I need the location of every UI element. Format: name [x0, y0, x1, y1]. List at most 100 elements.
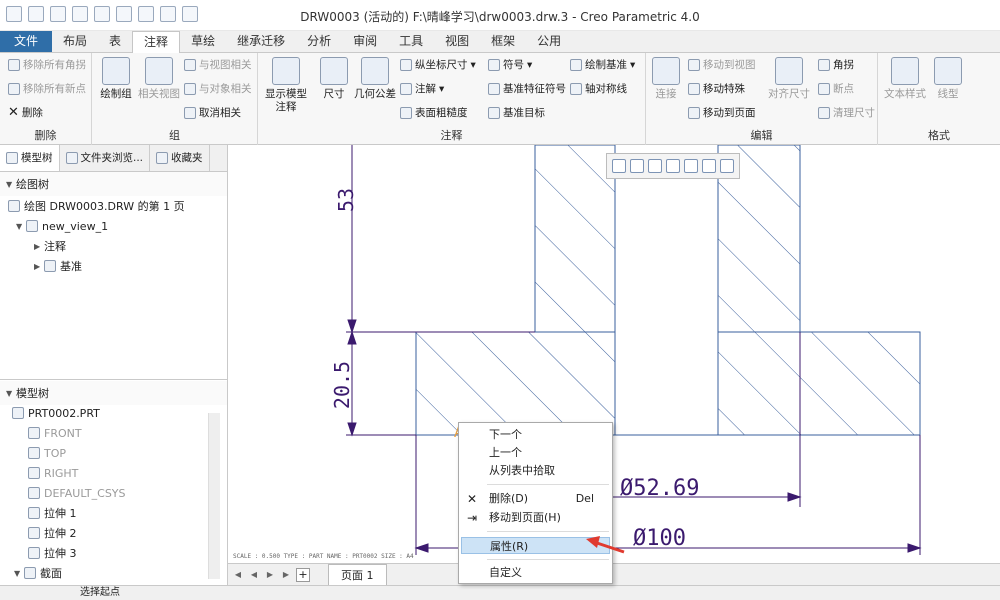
dimension-button[interactable]: 尺寸 — [316, 57, 352, 101]
move-to-page-button[interactable]: 移动到页面 — [688, 105, 756, 120]
tab-favorites[interactable]: 收藏夹 — [150, 145, 210, 171]
move-to-view-button[interactable]: 移动到视图 — [688, 57, 756, 72]
menu-item-customize[interactable]: 自定义 — [459, 564, 612, 581]
tab-frame[interactable]: 框架 — [480, 31, 526, 52]
relate-to-view-button[interactable]: 与视图相关 — [184, 57, 252, 72]
dimension-text-100[interactable]: Ø100 — [633, 526, 686, 551]
tree-item-top[interactable]: TOP — [0, 443, 227, 463]
view-icon — [26, 220, 38, 232]
tab-tools[interactable]: 工具 — [388, 31, 434, 52]
last-sheet-icon[interactable]: ▶ — [280, 569, 292, 581]
draw-group-button[interactable]: 绘制组 — [96, 57, 136, 101]
ordinate-dimension-button[interactable]: 纵坐标尺寸 ▾ — [400, 57, 476, 72]
arrow-head — [586, 536, 600, 548]
tree-item-front[interactable]: FRONT — [0, 423, 227, 443]
drawing-canvas[interactable]: 53 20.5 Ø52.69 Ø100 A SCALE : 0.500 TYPE… — [228, 145, 1000, 563]
remove-all-jogs-button[interactable]: 移除所有角拐 — [8, 57, 86, 72]
tab-file[interactable]: 文件 — [0, 31, 53, 52]
model-tree-header[interactable]: ▼ 模型树 — [0, 381, 227, 405]
dimension-text-20-5[interactable]: 20.5 — [330, 361, 354, 409]
tab-review[interactable]: 审阅 — [342, 31, 388, 52]
tab-folder-browser[interactable]: 文件夹浏览... — [60, 145, 151, 171]
tree-item-extrude-1[interactable]: 拉伸 1 — [0, 503, 227, 523]
display-style-icon[interactable] — [684, 159, 698, 173]
line-style-button[interactable]: 线型 — [930, 57, 966, 101]
first-sheet-icon[interactable]: ◀ — [232, 569, 244, 581]
cleanup-icon — [818, 106, 830, 119]
datum-icon — [44, 260, 56, 272]
sheet-tab-page-1[interactable]: 页面 1 — [328, 563, 387, 586]
next-sheet-icon[interactable]: ▶ — [264, 569, 276, 581]
ribbon: 移除所有角拐 移除所有新点 ✕ 删除 删除 绘制组 相关视图 与视图相关 与对象相… — [0, 53, 1000, 145]
move-special-button[interactable]: 移动特殊 — [688, 81, 745, 96]
menu-item-move-to-page[interactable]: ⇥ 移动到页面(H) — [459, 509, 612, 526]
align-dimensions-button[interactable]: 对齐尺寸 — [766, 57, 812, 101]
geometric-tolerance-button[interactable]: 几何公差 — [352, 57, 398, 101]
annotation-display-icon[interactable] — [702, 159, 716, 173]
delete-button[interactable]: ✕ 删除 — [8, 105, 43, 120]
tree-item-view[interactable]: ▼ new_view_1 — [0, 216, 227, 236]
datum-target-button[interactable]: 基准目标 — [488, 105, 545, 120]
tree-item-part[interactable]: PRT0002.PRT — [0, 403, 227, 423]
unrelate-button[interactable]: 取消相关 — [184, 105, 241, 120]
show-model-annotations-button[interactable]: 显示模型注释 — [262, 57, 310, 114]
red-pointer-arrow — [586, 536, 625, 554]
datum-display-icon[interactable] — [720, 159, 734, 173]
datum-feature-symbol-button[interactable]: 基准特征符号 — [488, 81, 566, 96]
connect-button[interactable]: 连接 — [648, 57, 684, 101]
tab-sketch[interactable]: 草绘 — [180, 31, 226, 52]
tab-layout[interactable]: 布局 — [52, 31, 98, 52]
jog-icon — [8, 58, 20, 71]
dimension-text-53[interactable]: 53 — [334, 188, 358, 212]
scrollbar[interactable] — [208, 413, 220, 579]
text-style-button[interactable]: 文本样式 — [882, 57, 928, 101]
sketch-datum-button[interactable]: 绘制基准 ▾ — [570, 57, 635, 72]
remove-all-breaks-button[interactable]: 移除所有新点 — [8, 81, 86, 96]
dimension-text-52-69[interactable]: Ø52.69 — [620, 476, 699, 501]
line-style-icon — [934, 57, 962, 85]
break-button[interactable]: 断点 — [818, 81, 854, 96]
menu-item-next[interactable]: 下一个 — [459, 426, 612, 443]
tree-item-extrude-3[interactable]: 拉伸 3 — [0, 543, 227, 563]
tree-item-right[interactable]: RIGHT — [0, 463, 227, 483]
relate-to-object-button[interactable]: 与对象相关 — [184, 81, 252, 96]
move-to-view-icon — [688, 58, 700, 71]
jog-button[interactable]: 角拐 — [818, 57, 854, 72]
tree-item-section[interactable]: ▼ 截面 — [0, 563, 227, 583]
zoom-out-icon[interactable] — [648, 159, 662, 173]
refit-icon[interactable] — [612, 159, 626, 173]
surface-finish-button[interactable]: 表面粗糙度 — [400, 105, 468, 120]
tab-view[interactable]: 视图 — [434, 31, 480, 52]
break-icon — [818, 82, 830, 95]
tree-item-drawing-page[interactable]: 绘图 DRW0003.DRW 的第 1 页 — [0, 196, 227, 216]
related-view-button[interactable]: 相关视图 — [136, 57, 182, 101]
hatch-region-left-upper — [534, 145, 616, 333]
tree-item-annotations[interactable]: ▶ 注释 — [0, 236, 227, 256]
chevron-right-icon: ▶ — [34, 261, 41, 271]
menu-item-delete[interactable]: ✕ 删除(D) Del — [459, 490, 612, 507]
menu-item-previous[interactable]: 上一个 — [459, 444, 612, 461]
add-sheet-button[interactable]: + — [296, 567, 310, 582]
tab-utilities[interactable]: 公用 — [526, 31, 572, 52]
tab-annotate[interactable]: 注释 — [132, 31, 181, 54]
symbol-button[interactable]: 符号 ▾ — [488, 57, 532, 72]
prev-sheet-icon[interactable]: ◀ — [248, 569, 260, 581]
chevron-down-icon: ▾ — [439, 82, 445, 95]
cleanup-dimensions-button[interactable]: 清理尺寸 — [818, 105, 875, 120]
zoom-in-icon[interactable] — [630, 159, 644, 173]
axis-symmetry-icon — [570, 82, 582, 95]
tree-item-csys[interactable]: DEFAULT_CSYS — [0, 483, 227, 503]
note-button[interactable]: 注解 ▾ — [400, 81, 444, 96]
repaint-icon[interactable] — [666, 159, 680, 173]
tab-legacy-migration[interactable]: 继承迁移 — [226, 31, 296, 52]
menu-item-pick-from-list[interactable]: 从列表中拾取 — [459, 462, 612, 479]
drawing-tree-header[interactable]: ▼ 绘图树 — [0, 172, 227, 196]
chevron-down-icon: ▼ — [14, 568, 21, 578]
tab-model-tree[interactable]: 模型树 — [0, 145, 60, 171]
tree-item-datums[interactable]: ▶ 基准 — [0, 256, 227, 276]
tab-table[interactable]: 表 — [98, 31, 132, 52]
tab-analysis[interactable]: 分析 — [296, 31, 342, 52]
tree-item-extrude-2[interactable]: 拉伸 2 — [0, 523, 227, 543]
axis-symmetry-button[interactable]: 轴对称线 — [570, 81, 627, 96]
break-icon — [8, 82, 20, 95]
